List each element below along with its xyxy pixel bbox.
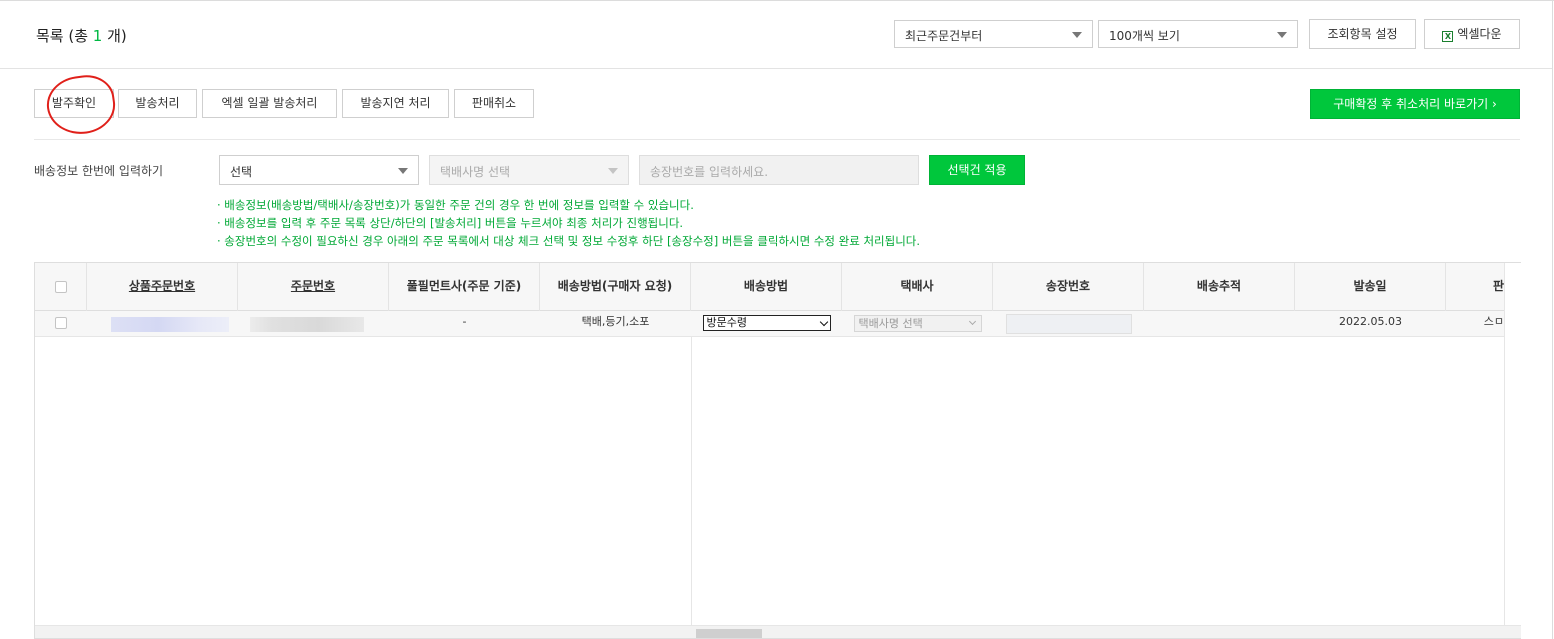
col-order-no[interactable]: 주문번호 (238, 263, 389, 311)
bulk-courier-select[interactable]: 택배사명 선택 (429, 155, 629, 185)
bulk-method-select[interactable]: 선택 (219, 155, 419, 185)
sort-select-value: 최근주문건부터 (905, 29, 983, 43)
truncated-cell: 스ㅁ (1483, 315, 1504, 328)
excel-download-button[interactable]: X 엑셀다운 (1424, 19, 1520, 49)
tracking-no-cell (993, 311, 1144, 337)
excel-icon: X (1442, 31, 1454, 42)
scrollbar-thumb[interactable] (696, 629, 762, 638)
requested-method-cell: 택배,등기,소포 (581, 315, 650, 328)
table-row: - 택배,등기,소포 방문수령 택배사명 선택 2022.05.03 스ㅁ (35, 311, 1521, 337)
dropdown-arrow-icon (1072, 32, 1082, 38)
cancel-sale-button[interactable]: 판매취소 (454, 89, 534, 118)
redacted-product-order-no (111, 317, 229, 332)
shipping-method-value: 방문수령 (706, 316, 747, 329)
col-courier: 택배사 (842, 263, 993, 311)
excel-download-label: 엑셀다운 (1457, 27, 1502, 41)
shipping-method-cell: 방문수령 (691, 311, 842, 337)
order-grid: 상품주문번호 주문번호 풀필먼트사(주문 기준) 배송방법(구매자 요청) 배송… (34, 262, 1521, 639)
ship-date-cell: 2022.05.03 (1339, 315, 1402, 328)
row-select-cell (35, 311, 87, 337)
column-settings-button[interactable]: 조회항목 설정 (1309, 19, 1416, 49)
vertical-scrollbar[interactable] (1504, 263, 1521, 638)
select-all-cell (35, 263, 87, 311)
title-prefix: 목록 (총 (36, 27, 93, 45)
list-title: 목록 (총 1 개) (36, 25, 127, 46)
fulfillment-cell: - (462, 315, 467, 328)
section-divider (34, 139, 1520, 140)
courier-value: 택배사명 선택 (858, 317, 923, 330)
apply-selected-button[interactable]: 선택건 적용 (929, 155, 1025, 185)
tracking-no-input[interactable] (1005, 314, 1132, 334)
product-order-no-cell[interactable] (87, 311, 238, 337)
bulk-courier-value: 택배사명 선택 (440, 165, 511, 179)
col-label: 상품주문번호 (128, 279, 196, 293)
frozen-column-divider (691, 337, 692, 627)
dropdown-arrow-icon (1277, 32, 1287, 38)
col-tracking-no: 송장번호 (993, 263, 1144, 311)
chevron-down-icon (819, 317, 828, 327)
tracking-number-input[interactable]: 송장번호를 입력하세요. (639, 155, 919, 185)
note-line: · 송장번호의 수정이 필요하신 경우 아래의 주문 목록에서 대상 체크 선택… (217, 234, 921, 248)
order-count: 1 (92, 27, 103, 45)
list-header: 목록 (총 1 개) 최근주문건부터 100개씩 보기 조회항목 설정 X 엑셀다… (0, 1, 1552, 69)
tracking-cell (1144, 311, 1295, 337)
row-checkbox[interactable] (55, 317, 67, 329)
note-line: · 배송정보를 입력 후 주문 목록 상단/하단의 [발송처리] 버튼을 누르셔… (217, 216, 684, 230)
ship-delay-button[interactable]: 발송지연 처리 (342, 89, 449, 118)
courier-select[interactable]: 택배사명 선택 (853, 315, 982, 332)
chevron-down-icon (968, 317, 976, 326)
title-suffix: 개) (102, 27, 127, 45)
order-no-cell[interactable] (238, 311, 389, 337)
ship-button[interactable]: 발송처리 (118, 89, 197, 118)
col-tracking: 배송추적 (1144, 263, 1295, 311)
sort-select[interactable]: 최근주문건부터 (894, 20, 1093, 48)
horizontal-scrollbar[interactable] (35, 625, 1521, 638)
select-all-checkbox[interactable] (54, 280, 67, 293)
col-product-order-no[interactable]: 상품주문번호 (87, 263, 238, 311)
col-fulfillment: 풀필먼트사(주문 기준) (389, 263, 540, 311)
redacted-order-no (250, 317, 364, 332)
right-border (1552, 0, 1553, 639)
page-size-value: 100개씩 보기 (1109, 29, 1180, 43)
col-label: 주문번호 (290, 279, 336, 293)
bulk-input-label: 배송정보 한번에 입력하기 (34, 164, 164, 178)
dropdown-arrow-icon (398, 168, 408, 174)
col-shipping-method: 배송방법 (691, 263, 842, 311)
chevron-right-icon: › (1491, 97, 1497, 111)
shipping-method-select[interactable]: 방문수령 (702, 315, 831, 331)
page-size-select[interactable]: 100개씩 보기 (1098, 20, 1298, 48)
courier-cell: 택배사명 선택 (842, 311, 993, 337)
grid-header: 상품주문번호 주문번호 풀필먼트사(주문 기준) 배송방법(구매자 요청) 배송… (35, 263, 1521, 311)
cancel-after-confirm-label: 구매확정 후 취소처리 바로가기 (1333, 97, 1489, 111)
shipping-notes: · 배송정보(배송방법/택배사/송장번호)가 동일한 주문 건의 경우 한 번에… (217, 196, 920, 250)
bulk-method-value: 선택 (230, 165, 253, 179)
cancel-after-confirm-button[interactable]: 구매확정 후 취소처리 바로가기 › (1310, 89, 1520, 119)
red-circle-annotation (43, 71, 119, 139)
excel-bulk-ship-button[interactable]: 엑셀 일괄 발송처리 (202, 89, 337, 118)
col-ship-date: 발송일 (1295, 263, 1446, 311)
note-line: · 배송정보(배송방법/택배사/송장번호)가 동일한 주문 건의 경우 한 번에… (217, 198, 694, 212)
dropdown-arrow-icon (608, 168, 618, 174)
col-truncated: 판 (1492, 279, 1504, 293)
col-requested-method: 배송방법(구매자 요청) (540, 263, 691, 311)
